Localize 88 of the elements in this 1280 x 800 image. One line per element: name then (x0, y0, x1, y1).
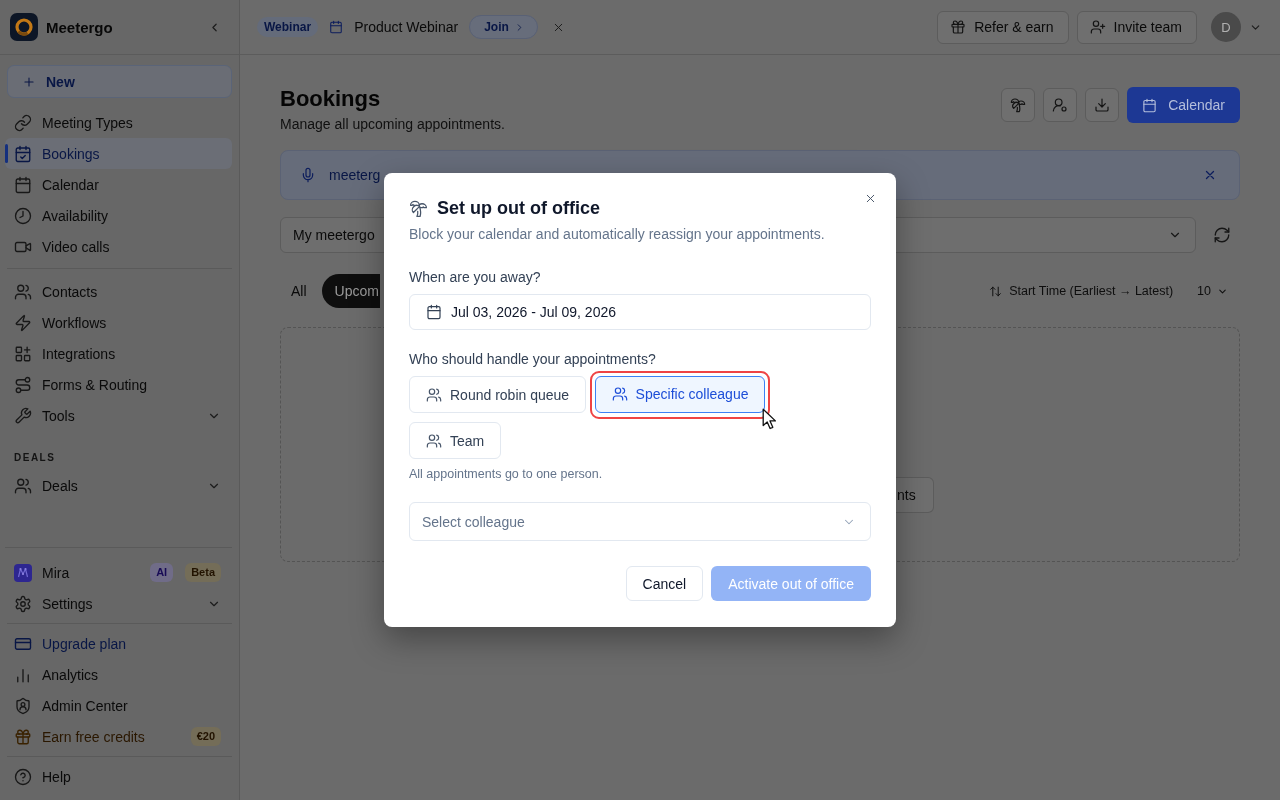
nav-item[interactable]: Analytics (5, 659, 232, 690)
gift-icon (950, 19, 967, 35)
credit-badge: €20 (190, 727, 221, 746)
calendar-icon (1142, 97, 1158, 113)
tile-icon (14, 563, 32, 582)
option-button[interactable]: Team (409, 422, 502, 459)
nav-item[interactable]: Upgrade plan (5, 628, 232, 659)
invite-button[interactable]: Invite team (1076, 10, 1197, 44)
page-subtitle: Manage all upcoming appointments. (280, 115, 505, 134)
help-icon (14, 767, 32, 786)
close-icon[interactable] (864, 192, 877, 205)
users-icon (14, 476, 32, 495)
nav-item[interactable]: Calendar (5, 169, 232, 200)
users-icon (426, 386, 442, 403)
refresh-icon[interactable] (1213, 226, 1231, 244)
avatar[interactable]: D (1211, 12, 1241, 42)
palm-tree-icon (409, 198, 428, 218)
users-icon (14, 282, 32, 301)
gift-icon (14, 727, 32, 746)
download-icon (1094, 97, 1111, 113)
nav-item[interactable]: Contacts (5, 276, 232, 307)
route-icon (14, 375, 32, 394)
settings-icon (14, 594, 32, 613)
ai-badge: AI (150, 563, 174, 582)
lightning-icon (14, 313, 32, 332)
users-icon (426, 432, 442, 449)
nav-item[interactable]: Video calls (5, 231, 232, 262)
link-icon (14, 113, 32, 132)
brand-name: Meetergo (46, 18, 113, 36)
download-button[interactable] (1085, 88, 1120, 122)
sort-button[interactable]: Start Time (Earliest → Latest) (989, 284, 1174, 298)
join-button[interactable]: Join (469, 15, 538, 39)
palm-tree-icon (1010, 97, 1027, 113)
hint-text: All appointments go to one person. (409, 466, 603, 482)
banner-text: meeterg (329, 167, 381, 183)
calendar-icon (329, 20, 344, 34)
nav-item[interactable]: Bookings (5, 138, 232, 169)
event-title: Product Webinar (354, 19, 459, 35)
nav-item[interactable]: Mira AI Beta (5, 557, 232, 588)
field-label: When are you away? (409, 268, 541, 287)
sort-icon (989, 284, 1003, 298)
calendar-check-icon (14, 144, 32, 163)
nav-item[interactable]: Availability (5, 200, 232, 231)
calendar-icon (14, 175, 32, 194)
person-button[interactable] (1043, 88, 1078, 122)
clock-icon (14, 206, 32, 225)
page-title: Bookings (280, 87, 381, 111)
webinar-badge: Webinar (257, 17, 319, 37)
tab[interactable]: Upcom (321, 274, 380, 308)
person-circle-icon (1052, 97, 1069, 113)
shield-user-icon (14, 696, 32, 715)
nav-item[interactable]: Tools (5, 400, 232, 431)
empty-state-button[interactable]: nts (896, 477, 934, 513)
dialog-title: Set up out of office (437, 198, 600, 218)
nav-item[interactable]: Integrations (5, 338, 232, 369)
dialog-subtitle: Block your calendar and automatically reassign your appointments. (409, 225, 825, 244)
nav-item[interactable]: Workflows (5, 307, 232, 338)
tab[interactable]: All (280, 274, 318, 308)
field-label: Who should handle your appointments? (409, 350, 656, 369)
nav-item[interactable]: Meeting Types (5, 107, 232, 138)
logo-icon (10, 13, 38, 41)
nav-item[interactable]: Admin Center (5, 690, 232, 721)
new-button[interactable]: New (7, 65, 232, 98)
section-heading: DEALS (14, 451, 56, 465)
users-icon (611, 386, 628, 402)
nav-item[interactable]: Earn free credits €20 (5, 721, 232, 752)
nav-item[interactable]: Forms & Routing (5, 369, 232, 400)
blocks-icon (14, 344, 32, 363)
nav-item[interactable]: Settings (5, 588, 232, 619)
page-size-select[interactable]: 10 (1197, 284, 1228, 298)
calendar-icon (426, 304, 442, 320)
microphone-icon (300, 167, 316, 183)
calendar-button[interactable]: Calendar (1127, 87, 1240, 123)
close-icon[interactable] (1203, 168, 1217, 182)
cancel-button[interactable]: Cancel (625, 566, 704, 601)
beta-badge: Beta (185, 563, 221, 582)
option-button[interactable]: Specific colleague (594, 375, 766, 413)
nav-item[interactable]: Deals (5, 470, 232, 501)
wrench-icon (14, 406, 32, 425)
user-plus-icon (1089, 19, 1106, 35)
date-range-field[interactable]: Jul 03, 2026 - Jul 09, 2026 (409, 294, 871, 330)
plus-icon (22, 74, 36, 89)
palm-tree-button[interactable] (1001, 88, 1036, 122)
option-button[interactable]: Round robin queue (409, 376, 587, 413)
refer-button[interactable]: Refer & earn (937, 10, 1069, 44)
nav-item[interactable]: Help (5, 761, 232, 792)
cursor-icon (762, 407, 778, 430)
colleague-select[interactable]: Select colleague (409, 502, 871, 541)
